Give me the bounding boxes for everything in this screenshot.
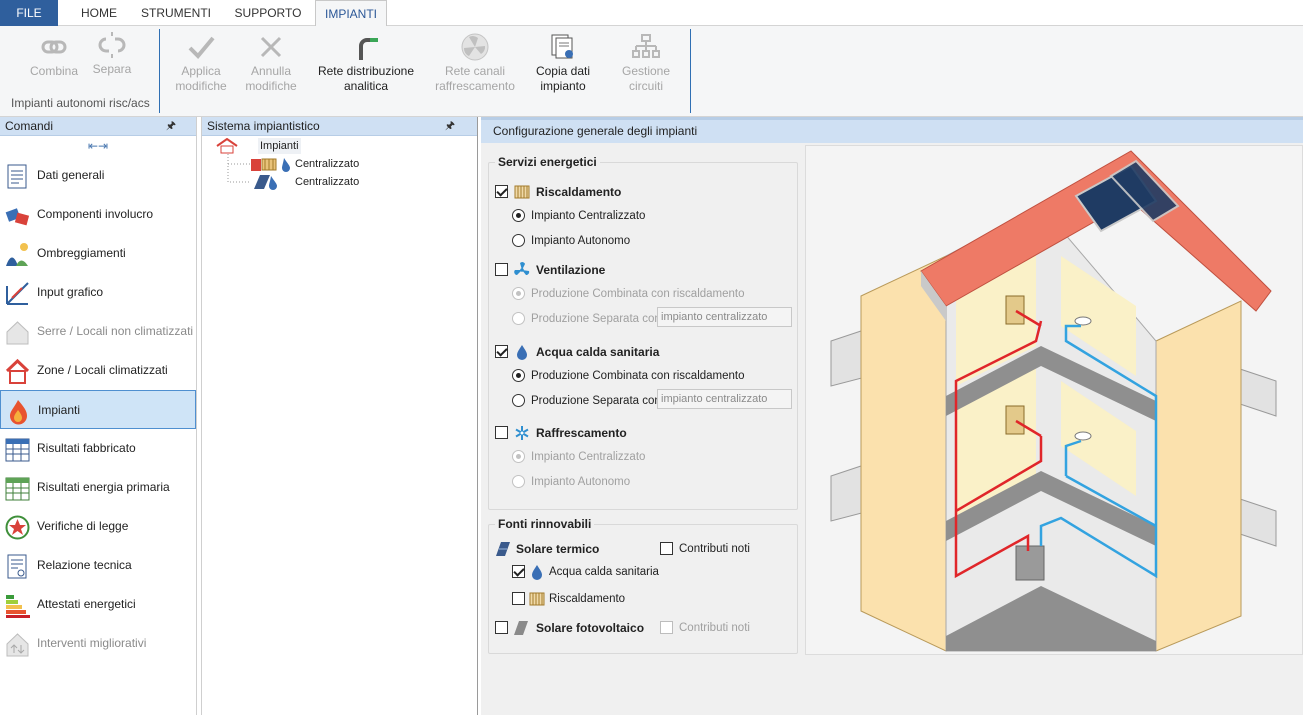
- house-arrows-icon: [6, 633, 29, 657]
- collapse-panel-icon[interactable]: ⇤⇥: [0, 136, 196, 156]
- cmd-impianti[interactable]: Impianti: [0, 390, 196, 429]
- riscaldamento-checkbox[interactable]: [495, 185, 508, 198]
- gestione-circuiti-button[interactable]: Gestione circuiti: [616, 26, 676, 98]
- risc-centralizzato-radio[interactable]: [512, 209, 525, 222]
- link-icon: [41, 40, 67, 54]
- report-icon: [7, 554, 27, 579]
- cmd-risultati-fabbricato[interactable]: Risultati fabbricato: [0, 429, 196, 468]
- combina-button[interactable]: Combina: [24, 26, 84, 98]
- tab-supporto[interactable]: SUPPORTO: [230, 0, 306, 26]
- cmd-interventi-migliorativi[interactable]: Interventi migliorativi: [0, 624, 196, 663]
- risc-autonomo-radio[interactable]: [512, 234, 525, 247]
- copia-dati-impianto-button[interactable]: Copia dati impianto: [532, 26, 594, 98]
- raff-centralizzato-radio[interactable]: [512, 450, 525, 463]
- acs-combinata-radio[interactable]: [512, 369, 525, 382]
- cmd-verifiche-di-legge[interactable]: Verifiche di legge: [0, 507, 196, 546]
- checkmark-icon: [188, 36, 215, 59]
- raffrescamento-checkbox[interactable]: [495, 426, 508, 439]
- cmd-dati-generali[interactable]: Dati generali: [0, 156, 196, 195]
- separa-button[interactable]: Separa: [88, 26, 136, 98]
- cmd-relazione-tecnica[interactable]: Relazione tecnica: [0, 546, 196, 585]
- solare-acs-checkbox[interactable]: [512, 565, 525, 578]
- unlink-icon: [98, 32, 126, 58]
- drawing-icon: [6, 282, 29, 305]
- configurazione-panel: Configurazione generale degli impianti S…: [481, 117, 1303, 715]
- tab-file[interactable]: FILE: [0, 0, 58, 26]
- building-illustration: [805, 145, 1303, 655]
- building-cutaway-image: [830, 150, 1277, 652]
- calculator-icon: [5, 477, 30, 501]
- flame-icon: [10, 400, 27, 425]
- tab-home[interactable]: HOME: [73, 0, 125, 26]
- house-icon: [5, 358, 30, 384]
- ribbon: Combina Separa Impianti autonomi risc/ac…: [0, 26, 1303, 117]
- acs-separata-field[interactable]: impianto centralizzato: [657, 389, 792, 409]
- vent-combinata-radio[interactable]: [512, 287, 525, 300]
- shading-icon: [6, 243, 28, 266]
- radiator-icon: [514, 185, 530, 199]
- sistema-impiantistico-header: Sistema impiantistico 🖈: [202, 117, 477, 136]
- solar-thermal-icon: [496, 542, 510, 556]
- ribbon-separator: [159, 29, 160, 113]
- fan-icon: [461, 33, 489, 61]
- solare-risc-checkbox[interactable]: [512, 592, 525, 605]
- cmd-attestati-energetici[interactable]: Attestati energetici: [0, 585, 196, 624]
- cmd-risultati-energia-primaria[interactable]: Risultati energia primaria: [0, 468, 196, 507]
- pin-icon[interactable]: 🖈: [445, 117, 455, 136]
- vent-separata-radio[interactable]: [512, 312, 525, 325]
- annulla-modifiche-button[interactable]: Annulla modifiche: [240, 26, 302, 98]
- tree-node-centralizzato-1[interactable]: Centralizzato: [250, 156, 370, 172]
- blocks-icon: [5, 208, 30, 226]
- seal-icon: [5, 515, 30, 540]
- cmd-input-grafico[interactable]: Input grafico: [0, 273, 196, 312]
- cmd-ombreggiamenti[interactable]: Ombreggiamenti: [0, 234, 196, 273]
- cmd-zone-locali-climatizzati[interactable]: Zone / Locali climatizzati: [0, 351, 196, 390]
- house-icon: [6, 321, 29, 345]
- document-icon: [7, 164, 27, 189]
- water-drop-icon: [532, 565, 542, 580]
- tab-strumenti[interactable]: STRUMENTI: [140, 0, 212, 26]
- energy-class-icon: [6, 595, 30, 618]
- contributi-noti-2-checkbox[interactable]: [660, 621, 673, 634]
- commands-panel: Comandi 🖈 ⇤⇥ Dati generali Componenti in…: [0, 117, 197, 715]
- acs-checkbox[interactable]: [495, 345, 508, 358]
- raff-autonomo-radio[interactable]: [512, 475, 525, 488]
- copy-document-icon: [551, 34, 573, 59]
- group-label-autonomi: Impianti autonomi risc/acs: [11, 96, 150, 110]
- solar-system-icon: [254, 175, 277, 190]
- rete-canali-button[interactable]: Rete canali raffrescamento: [432, 26, 518, 98]
- cmd-componenti-involucro[interactable]: Componenti involucro: [0, 195, 196, 234]
- contributi-noti-checkbox[interactable]: [660, 542, 673, 555]
- fonti-rinnovabili-group: Fonti rinnovabili Solare termico Contrib…: [488, 517, 798, 654]
- commands-panel-header: Comandi 🖈: [0, 117, 196, 136]
- applica-modifiche-button[interactable]: Applica modifiche: [170, 26, 232, 98]
- acs-separata-radio[interactable]: [512, 394, 525, 407]
- heating-system-icon: [251, 158, 290, 172]
- ventilazione-checkbox[interactable]: [495, 263, 508, 276]
- snowflake-icon: [515, 426, 529, 440]
- solar-panel-icon: [514, 621, 528, 635]
- ribbon-separator: [690, 29, 691, 113]
- fan-icon: [514, 262, 530, 276]
- hierarchy-icon: [632, 34, 660, 58]
- configurazione-header: Configurazione generale degli impianti: [481, 117, 1303, 143]
- pipe-icon: [359, 38, 378, 60]
- radiator-icon: [529, 592, 545, 606]
- ribbon-tabbar: FILE HOME STRUMENTI SUPPORTO IMPIANTI: [0, 0, 1303, 27]
- cmd-serre-locali-non-climatizzati[interactable]: Serre / Locali non climatizzati: [0, 312, 196, 351]
- water-drop-icon: [517, 345, 527, 360]
- servizi-energetici-group: Servizi energetici Riscaldamento Impiant…: [488, 155, 798, 510]
- close-icon: [260, 36, 282, 58]
- fotovoltaico-checkbox[interactable]: [495, 621, 508, 634]
- vent-separata-field[interactable]: impianto centralizzato: [657, 307, 792, 327]
- sistema-impiantistico-panel: Sistema impiantistico 🖈 Impianti Central…: [201, 117, 478, 715]
- tree-node-centralizzato-2[interactable]: Centralizzato: [250, 174, 370, 190]
- pin-icon[interactable]: 🖈: [166, 117, 176, 136]
- rete-distribuzione-button[interactable]: Rete distribuzione analitica: [316, 26, 416, 98]
- tab-impianti[interactable]: IMPIANTI: [315, 0, 387, 27]
- house-icon: [216, 138, 238, 154]
- calculator-icon: [5, 438, 30, 462]
